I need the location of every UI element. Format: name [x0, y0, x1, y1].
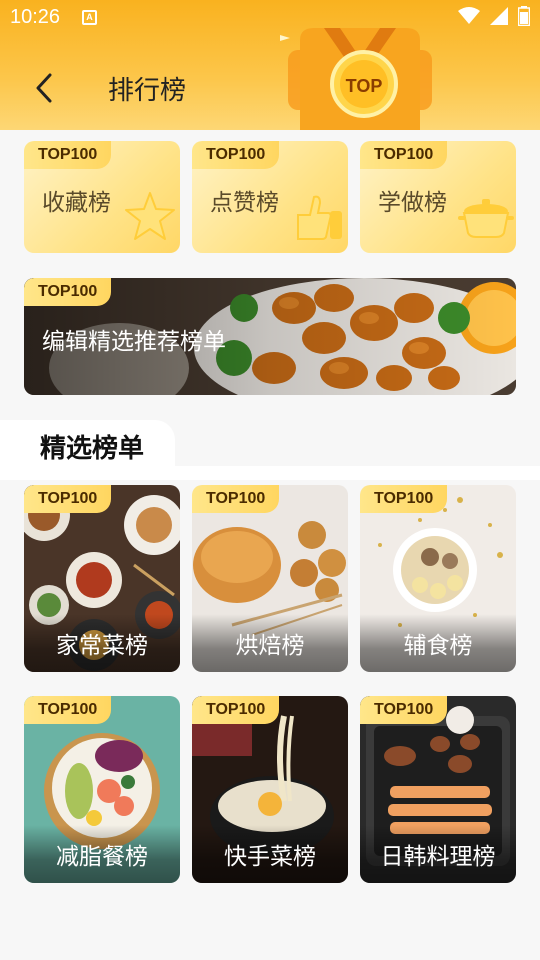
category-card-learn[interactable]: TOP100 学做榜	[360, 141, 516, 253]
list-card-baking[interactable]: TOP100 烘焙榜	[192, 485, 348, 672]
chevron-left-icon	[36, 73, 52, 103]
top100-tag: TOP100	[360, 141, 448, 169]
star-icon	[125, 192, 175, 240]
page-title: 排行榜	[108, 76, 187, 106]
battery-icon	[518, 6, 530, 26]
status-time: 10:26	[10, 6, 61, 28]
list-card-label: 日韩料理榜	[380, 844, 496, 870]
back-button[interactable]	[30, 70, 60, 106]
top100-tag: TOP100	[360, 696, 448, 724]
wifi-icon	[458, 7, 480, 24]
notification-icon: A	[82, 10, 97, 25]
header: 10:26 A 排行榜 TOP	[0, 0, 540, 130]
list-card-quick-dish[interactable]: TOP100 快手菜榜	[192, 696, 348, 883]
category-label: 点赞榜	[210, 190, 279, 216]
top100-tag: TOP100	[192, 141, 280, 169]
pot-icon	[458, 199, 514, 238]
list-card-baby-food[interactable]: TOP100 辅食榜	[360, 485, 516, 672]
trophy-medal-icon: TOP	[280, 28, 432, 130]
section-title: 精选榜单	[40, 434, 145, 464]
list-card-diet-meal[interactable]: TOP100 减脂餐榜	[24, 696, 180, 883]
list-card-home-cooking[interactable]: TOP100 家常菜榜	[24, 485, 180, 672]
category-label: 学做榜	[378, 190, 447, 216]
svg-text:TOP: TOP	[346, 76, 383, 96]
top100-tag: TOP100	[24, 278, 112, 306]
top100-tag: TOP100	[192, 696, 280, 724]
thumbs-up-icon	[297, 195, 342, 240]
editor-picks-banner[interactable]: TOP100 编辑精选推荐榜单	[24, 278, 516, 395]
top100-tag: TOP100	[24, 141, 112, 169]
category-card-favorites[interactable]: TOP100 收藏榜	[24, 141, 180, 253]
list-card-label: 烘焙榜	[235, 633, 305, 659]
list-card-label: 家常菜榜	[56, 633, 148, 659]
top100-tag: TOP100	[192, 485, 280, 513]
banner-label: 编辑精选推荐榜单	[42, 329, 226, 355]
top100-tag: TOP100	[24, 696, 112, 724]
list-card-label: 辅食榜	[403, 633, 473, 659]
category-label: 收藏榜	[42, 190, 111, 216]
top100-tag: TOP100	[24, 485, 112, 513]
list-card-label: 减脂餐榜	[56, 844, 148, 870]
list-card-label: 快手菜榜	[224, 844, 316, 870]
list-card-japanese-korean[interactable]: TOP100 日韩料理榜	[360, 696, 516, 883]
signal-icon	[490, 7, 508, 25]
category-card-likes[interactable]: TOP100 点赞榜	[192, 141, 348, 253]
top100-tag: TOP100	[360, 485, 448, 513]
